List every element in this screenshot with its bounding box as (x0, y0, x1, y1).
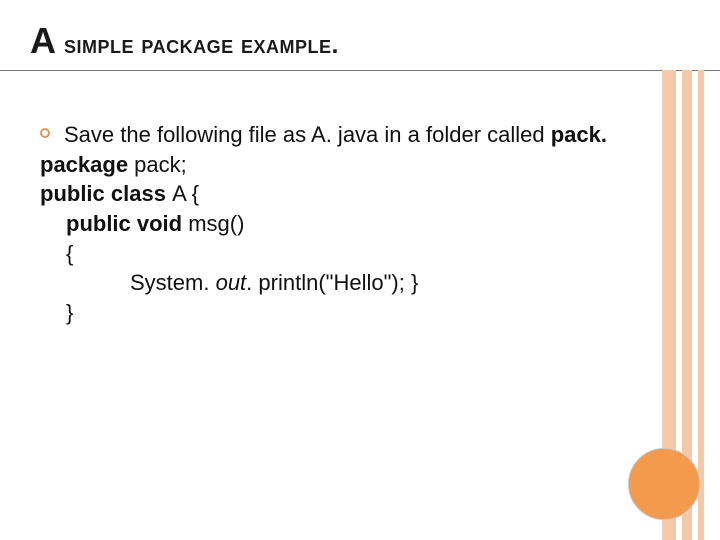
code-text: . println("Hello"); } (246, 270, 418, 295)
code-text: } (66, 300, 73, 325)
code-italic: out (216, 270, 247, 295)
code-line: System. out. println("Hello"); } (130, 268, 690, 298)
code-text: { (66, 241, 73, 266)
bullet-text: Save the following file as A. java in a … (64, 120, 690, 150)
code-text: pack; (134, 152, 187, 177)
kw: package (40, 152, 134, 177)
slide: A simple package example. Save the follo… (0, 0, 720, 540)
code-line: package pack; (40, 150, 690, 180)
code-line: public void msg() (66, 209, 690, 239)
code-line: { (66, 239, 690, 269)
bullet-lead: Save the following file as A. java in a … (64, 122, 551, 147)
bullet-bold: pack. (551, 122, 607, 147)
code-text: A { (172, 181, 199, 206)
title-underline (0, 70, 720, 71)
slide-body: Save the following file as A. java in a … (40, 120, 690, 328)
stripe (698, 70, 704, 540)
slide-title: A simple package example. (30, 20, 690, 62)
code-text: msg() (188, 211, 244, 236)
title-rest: simple package example. (57, 31, 339, 59)
kw: public void (66, 211, 188, 236)
code-text: System. (130, 270, 216, 295)
title-drop-cap: A (30, 20, 57, 61)
bullet-item: Save the following file as A. java in a … (40, 120, 690, 150)
code-line: } (66, 298, 690, 328)
code-line: public class A { (40, 179, 690, 209)
kw: public class (40, 181, 172, 206)
bullet-icon (40, 128, 50, 138)
decorative-circle-icon (628, 448, 700, 520)
